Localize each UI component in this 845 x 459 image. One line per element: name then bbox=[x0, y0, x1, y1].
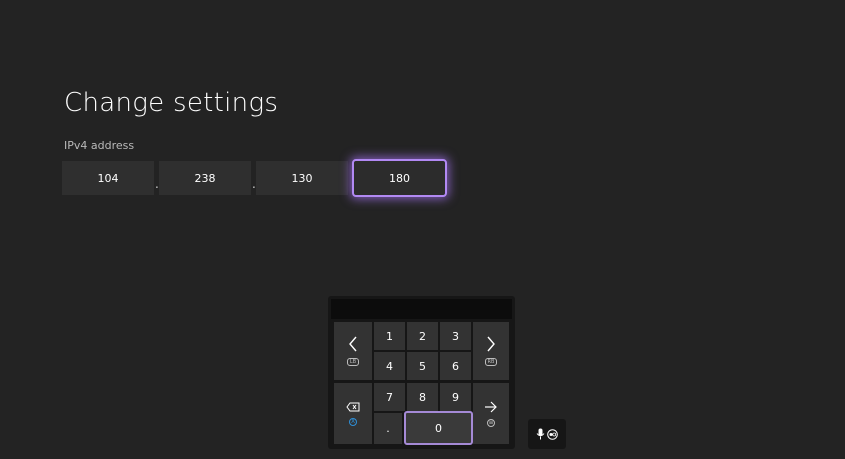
controller-button-icon bbox=[547, 428, 558, 440]
key-6[interactable]: 6 bbox=[440, 352, 471, 380]
chevron-left-icon bbox=[349, 336, 357, 352]
key-9[interactable]: 9 bbox=[440, 383, 471, 411]
enter-key[interactable]: ≡ bbox=[473, 383, 509, 444]
key-3[interactable]: 3 bbox=[440, 322, 471, 350]
microphone-icon bbox=[536, 428, 545, 440]
key-5[interactable]: 5 bbox=[407, 352, 438, 380]
chevron-right-icon bbox=[487, 336, 495, 352]
rb-button-hint: RB bbox=[484, 358, 498, 366]
backspace-icon bbox=[346, 402, 360, 411]
key-8[interactable]: 8 bbox=[407, 383, 438, 411]
change-settings-screen: Change settings IPv4 address 104 . 238 .… bbox=[0, 0, 845, 459]
cursor-right-key[interactable]: RB bbox=[473, 322, 509, 380]
page-title: Change settings bbox=[64, 88, 279, 118]
menu-button-hint: ≡ bbox=[487, 418, 495, 427]
key-2[interactable]: 2 bbox=[407, 322, 438, 350]
ipv4-address-label: IPv4 address bbox=[64, 139, 135, 152]
cursor-left-key[interactable]: LB bbox=[334, 322, 372, 380]
key-7[interactable]: 7 bbox=[374, 383, 405, 411]
key-1[interactable]: 1 bbox=[374, 322, 405, 350]
backspace-key[interactable]: X bbox=[334, 383, 372, 444]
x-button-hint: X bbox=[349, 417, 357, 426]
lb-button-hint: LB bbox=[346, 358, 360, 366]
ipv4-octet-4-field[interactable]: 180 bbox=[352, 159, 447, 197]
key-dot[interactable]: . bbox=[374, 413, 402, 444]
voice-input-button[interactable] bbox=[528, 419, 566, 449]
ipv4-octet-2-field[interactable]: 238 bbox=[159, 161, 251, 195]
arrow-right-icon bbox=[485, 401, 497, 412]
keypad-display bbox=[331, 299, 512, 319]
ipv4-octet-3-field[interactable]: 130 bbox=[256, 161, 348, 195]
key-0[interactable]: 0 bbox=[404, 411, 473, 445]
ipv4-octet-1-field[interactable]: 104 bbox=[62, 161, 154, 195]
key-4[interactable]: 4 bbox=[374, 352, 405, 380]
